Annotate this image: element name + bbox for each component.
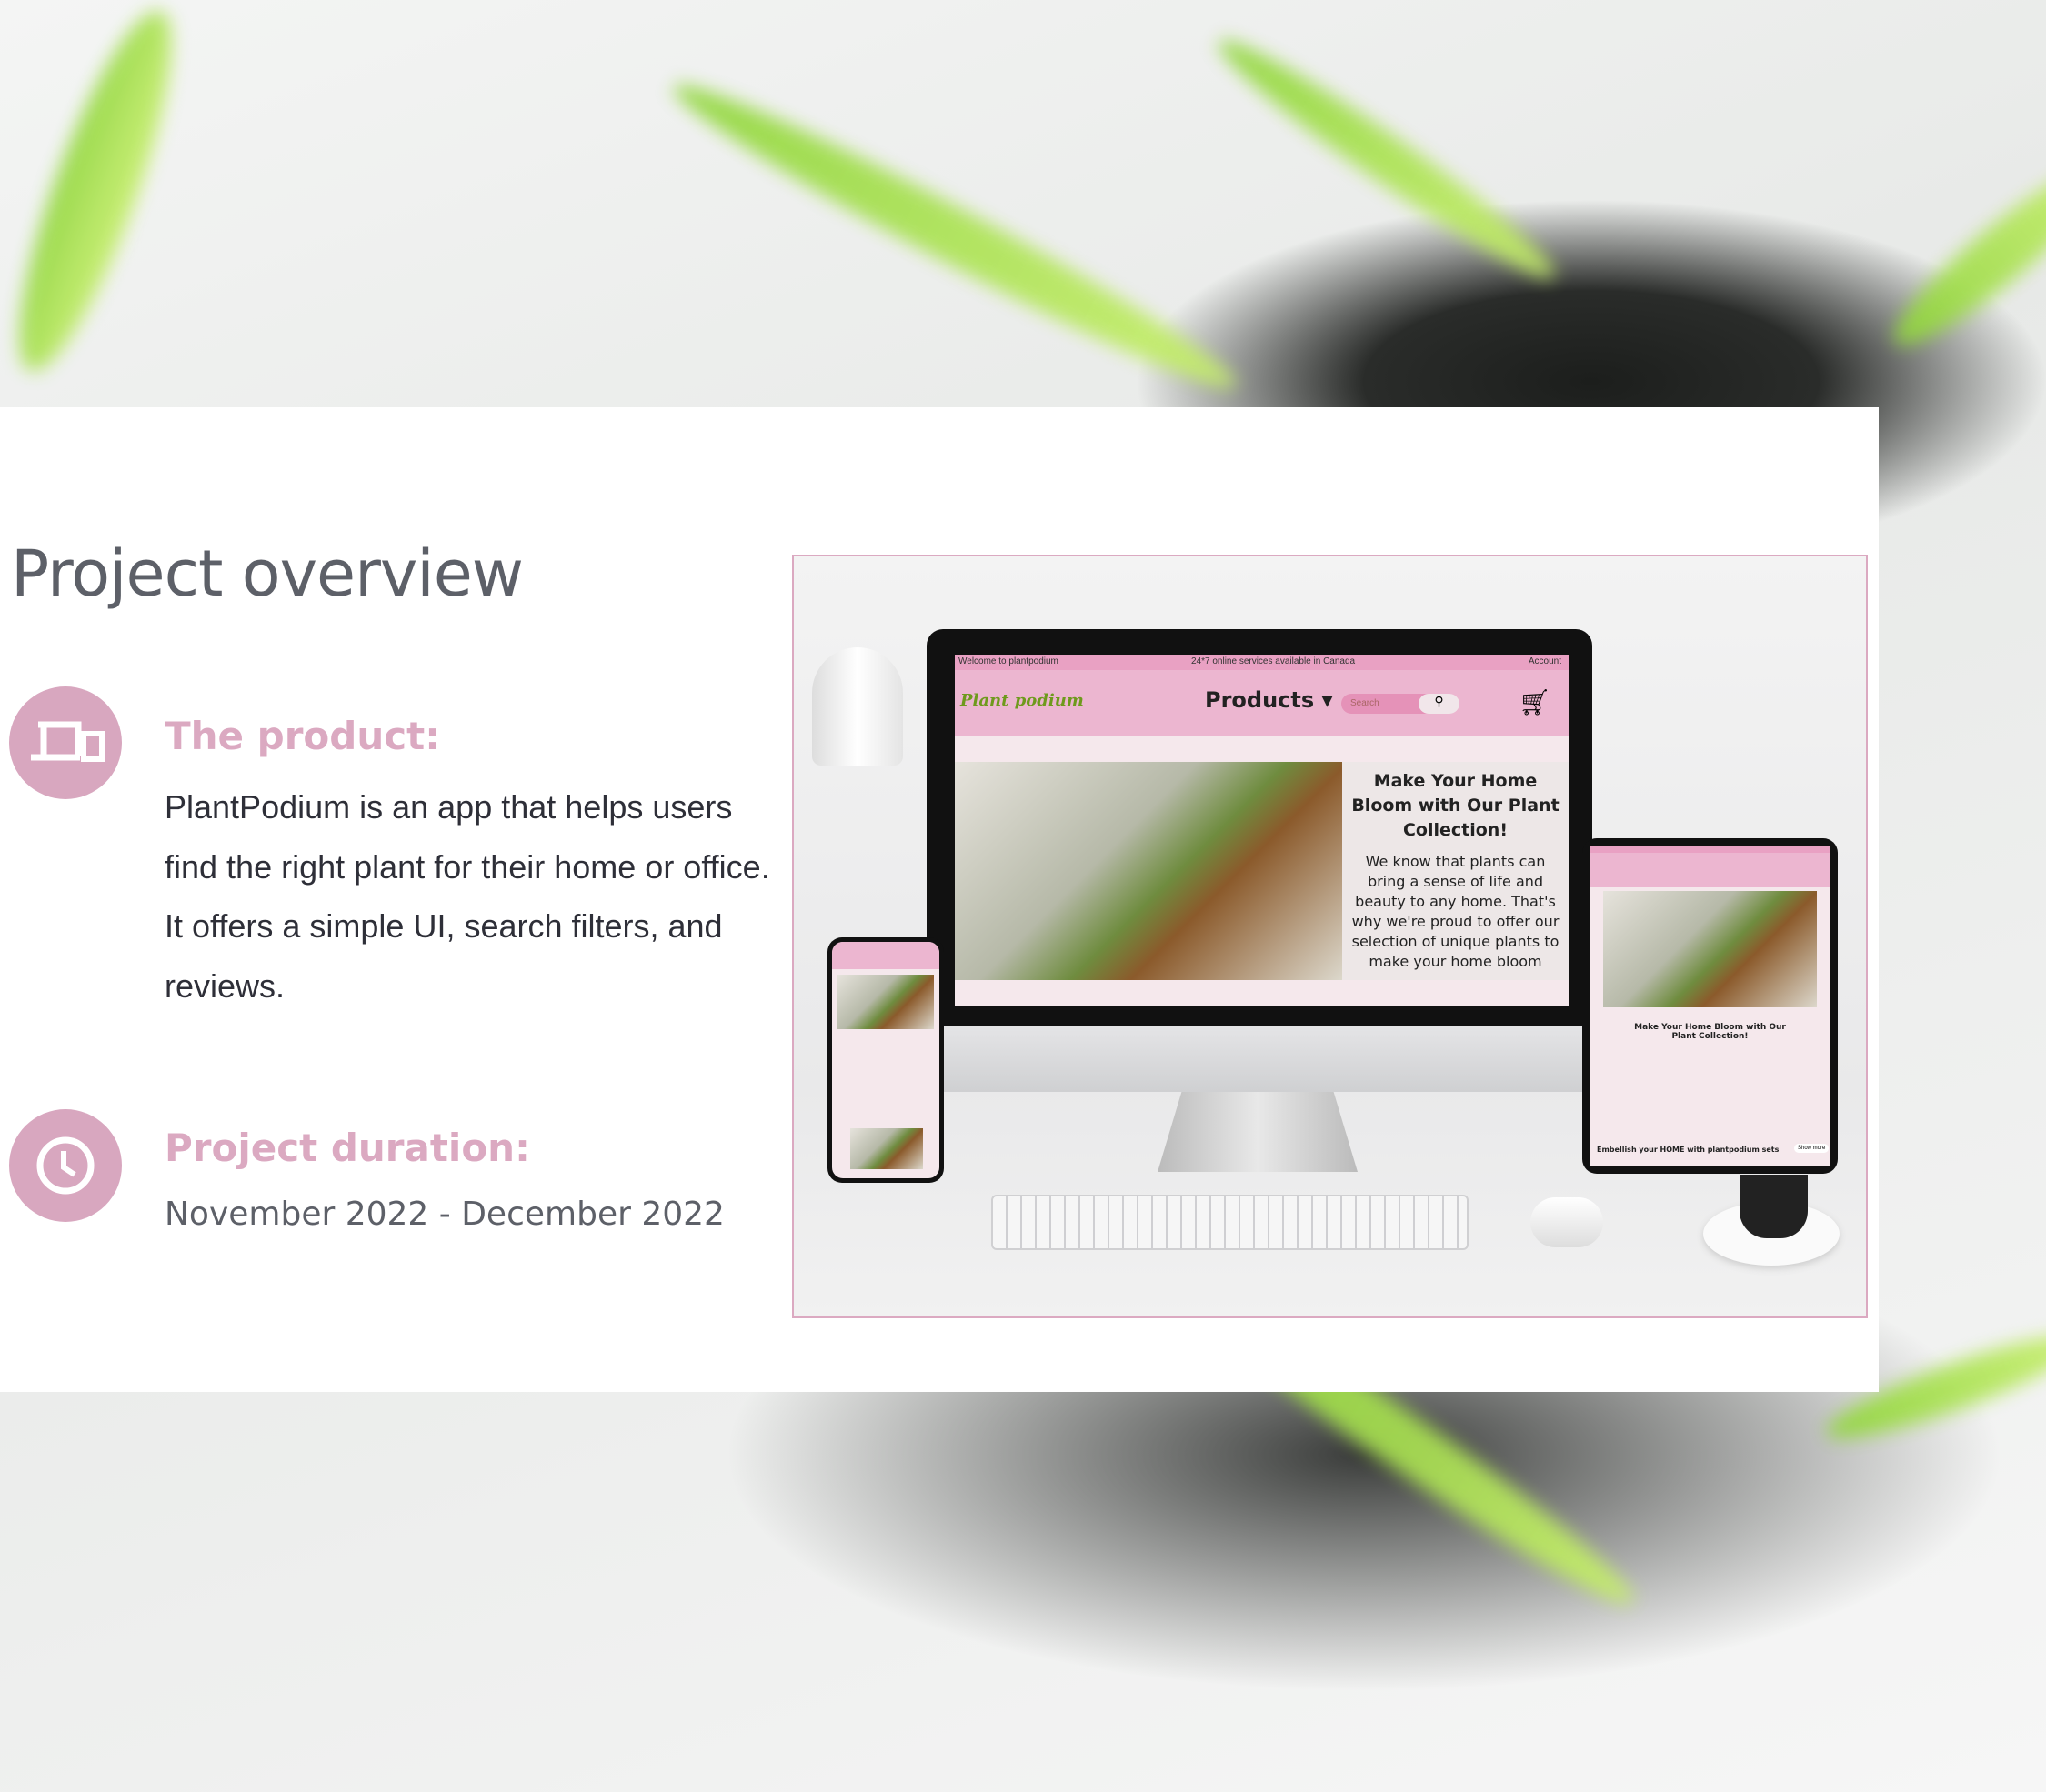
apple-logo-icon [927,1026,1592,1092]
product-heading: The product: [165,714,441,758]
hero-title: Make Your Home Bloom with Our Plant Coll… [1351,771,1560,840]
hero-textbox: Make Your Home Bloom with Our Plant Coll… [1342,762,1569,980]
coffee-cup [1740,1175,1808,1238]
search-icon[interactable]: ⚲ [1419,694,1459,714]
account-link[interactable]: Account [1529,656,1561,666]
description-line: It offers a simple UI, search filters, a… [165,907,723,945]
keyboard [991,1195,1469,1250]
logo[interactable]: Plant podium [960,691,1084,710]
monitor-stand [1158,1092,1358,1172]
description-line: find the right plant for their home or o… [165,847,770,886]
sets-title: Embellish your HOME with plantpodium set… [1597,1146,1780,1154]
mouse [1530,1197,1603,1247]
phone [827,937,944,1183]
lamp [812,647,903,766]
topbar-service: 24*7 online services available in Canada [1191,656,1356,666]
page-title: Project overview [11,536,524,611]
hero-photo [955,762,1342,980]
duration-heading: Project duration: [165,1126,530,1170]
products-menu[interactable]: Products ▾ [1205,687,1333,713]
devices-icon [9,686,122,799]
monitor-screen: Welcome to plantpodium 24*7 online servi… [955,655,1569,1006]
topbar-welcome: Welcome to plantpodium [958,656,1058,666]
product-description: PlantPodium is an app that helps users f… [165,777,801,1016]
tablet: Make Your Home Bloom with Our Plant Coll… [1582,838,1838,1174]
search-input[interactable]: Search ⚲ [1341,694,1459,714]
hero-text: We know that plants can bring a sense of… [1351,853,1560,970]
duration-value: November 2022 - December 2022 [165,1196,725,1233]
description-line: reviews. [165,966,286,1005]
monitor: Welcome to plantpodium 24*7 online servi… [927,629,1592,1026]
tablet-hero-photo [1603,891,1817,1007]
tablet-hero-title: Make Your Home Bloom with Our Plant Coll… [1634,1023,1786,1041]
clock-icon [9,1109,122,1222]
description-line: PlantPodium is an app that helps users [165,788,733,826]
show-more-button[interactable]: Show more [1794,1144,1830,1153]
device-mockup-image: Welcome to plantpodium 24*7 online servi… [792,555,1868,1318]
cart-icon[interactable]: 🛒︎ [1519,687,1551,717]
products-label: Products [1205,687,1315,713]
